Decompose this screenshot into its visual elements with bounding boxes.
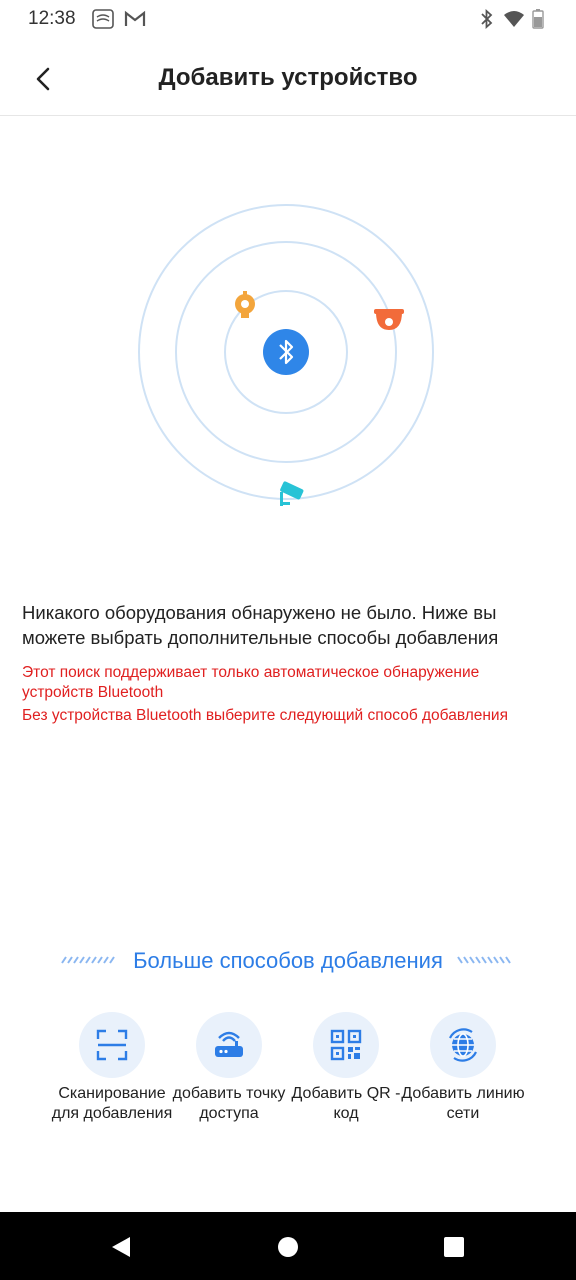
battery-icon bbox=[532, 9, 544, 29]
bluetooth-center-icon bbox=[263, 329, 309, 375]
page-title: Добавить устройство bbox=[158, 64, 418, 91]
nav-recents-icon[interactable] bbox=[443, 1236, 465, 1258]
globe-network-icon bbox=[449, 1028, 477, 1062]
status-time: 12:38 bbox=[28, 8, 76, 29]
app-notification-icon bbox=[92, 9, 114, 29]
access-point-method[interactable]: добавить точку доступа bbox=[167, 1012, 291, 1124]
wifi-icon bbox=[504, 11, 524, 27]
bluetooth-only-warning: Этот поиск поддерживает только автоматич… bbox=[22, 664, 480, 701]
status-bar: 12:38 bbox=[0, 0, 576, 38]
network-line-method[interactable]: Добавить линию сети bbox=[401, 1012, 525, 1124]
scan-add-method[interactable]: Сканирование для добавления bbox=[50, 1012, 174, 1124]
nav-back-icon[interactable] bbox=[110, 1235, 132, 1259]
network-line-method-circle bbox=[430, 1012, 496, 1078]
dome-camera-icon bbox=[374, 309, 404, 330]
access-point-method-circle bbox=[196, 1012, 262, 1078]
nav-home-icon[interactable] bbox=[277, 1236, 299, 1258]
bluetooth-scan-radar bbox=[138, 204, 434, 506]
network-line-method-label: Добавить линию сети bbox=[401, 1085, 525, 1122]
no-device-message: Никакого оборудования обнаружено не было… bbox=[22, 602, 499, 648]
app-header: Добавить устройство bbox=[0, 40, 576, 116]
qr-code-method-circle bbox=[313, 1012, 379, 1078]
system-nav-bar bbox=[0, 1212, 576, 1280]
more-methods-header: Больше способов добавления bbox=[0, 946, 576, 976]
qr-code-method-label: Добавить QR - код bbox=[291, 1085, 401, 1122]
qr-code-icon bbox=[330, 1029, 362, 1061]
router-icon bbox=[215, 1031, 243, 1057]
scan-method-circle bbox=[79, 1012, 145, 1078]
decorative-dashes-right-icon bbox=[457, 956, 511, 964]
bullet-camera-icon bbox=[280, 481, 304, 506]
bluetooth-icon bbox=[481, 9, 493, 29]
scan-icon bbox=[96, 1029, 128, 1061]
qr-code-method[interactable]: Добавить QR - код bbox=[284, 1012, 408, 1124]
scan-method-label: Сканирование для добавления bbox=[51, 1085, 173, 1122]
access-point-method-label: добавить точку доступа bbox=[172, 1085, 286, 1122]
gmail-icon bbox=[124, 10, 146, 26]
alternative-method-warning: Без устройства Bluetooth выберите следую… bbox=[22, 707, 508, 724]
